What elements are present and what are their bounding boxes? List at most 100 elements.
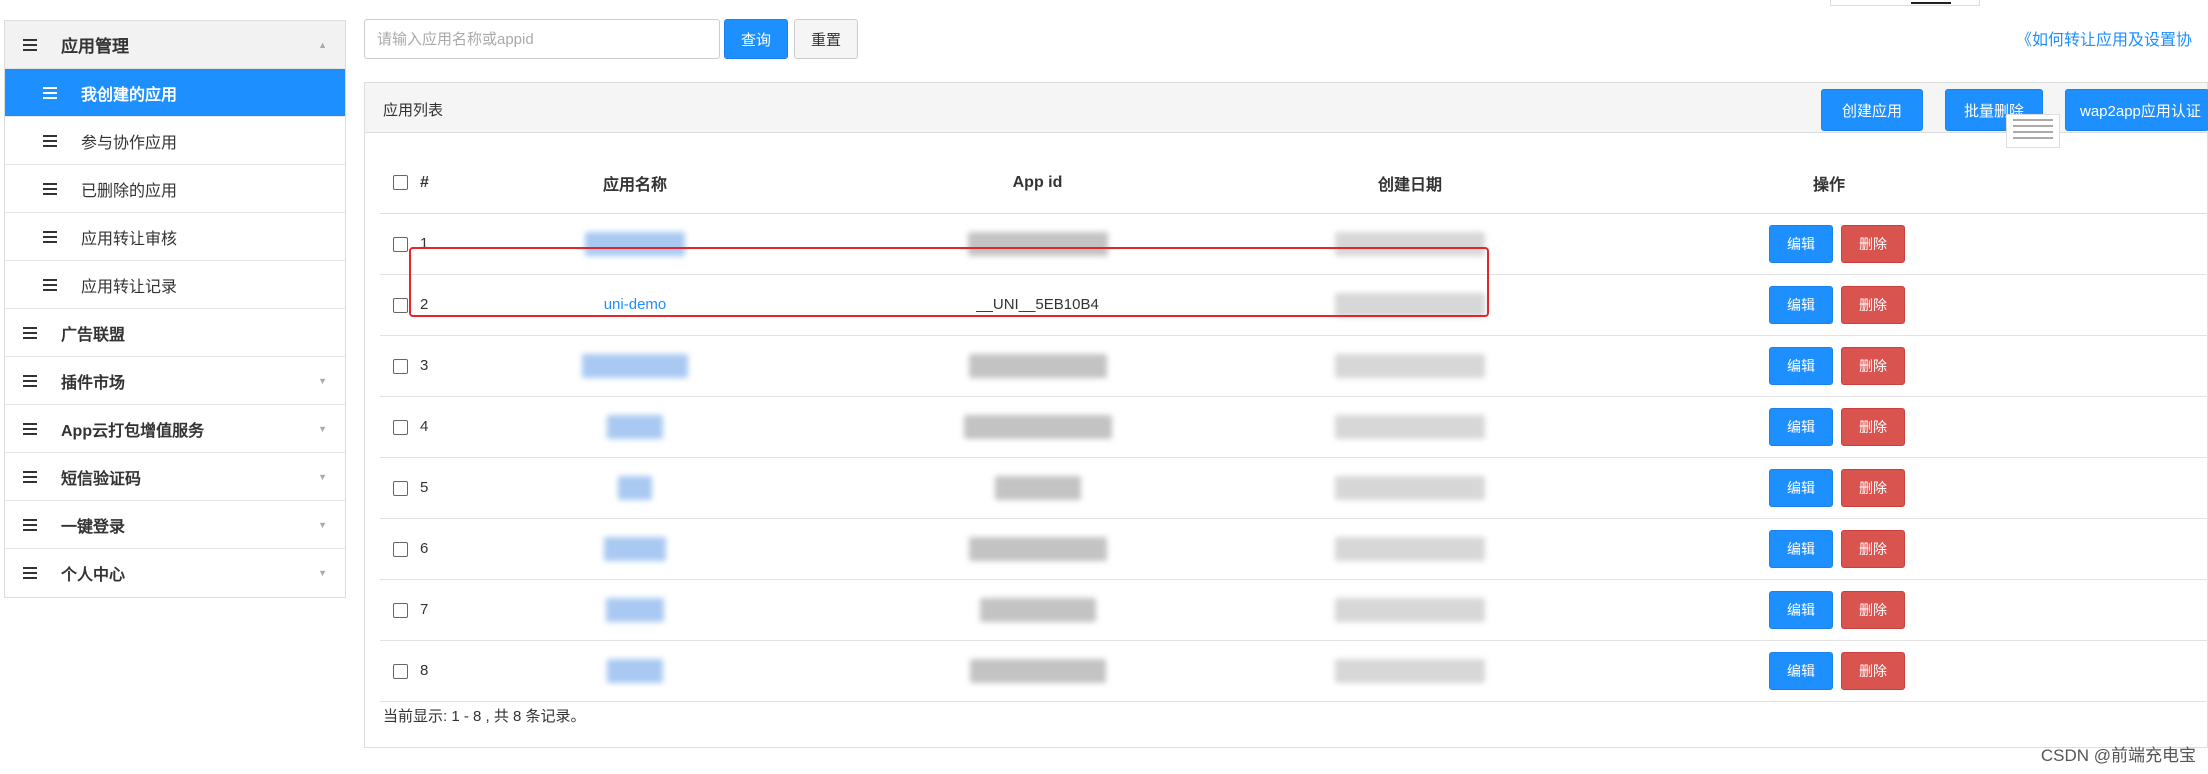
sidebar-item-1[interactable]: 插件市场 ▼ [5, 357, 345, 405]
row-select-cell [380, 335, 420, 397]
table-row: 6 编辑 删除 [380, 518, 2208, 580]
app-name-cell [460, 213, 810, 275]
app-name-link[interactable]: uni-demo [604, 296, 667, 313]
edit-button[interactable]: 编辑 [1769, 407, 1833, 446]
select-all-checkbox[interactable] [392, 175, 408, 191]
row-checkbox[interactable] [392, 541, 408, 557]
row-num: 8 [420, 640, 460, 702]
row-checkbox[interactable] [392, 358, 408, 374]
sidebar-subitem-1[interactable]: 参与协作应用 [5, 117, 345, 165]
edit-button[interactable]: 编辑 [1769, 224, 1833, 263]
menu-icon [43, 278, 57, 291]
sidebar-item-label: App云打包增值服务 [61, 422, 205, 440]
app-name-cell [460, 579, 810, 641]
create-date-cell [1265, 274, 1555, 336]
delete-button[interactable]: 删除 [1841, 285, 1905, 324]
chevron-down-icon: ▼ [318, 519, 327, 530]
app-id-redacted [969, 658, 1106, 683]
row-select-cell [380, 213, 420, 275]
sidebar-item-label: 短信验证码 [61, 470, 142, 488]
app-list-panel: 应用列表 创建应用 批量删除 wap2app应用认证 # 应用名称 App id… [364, 82, 2208, 748]
create-date-redacted [1335, 353, 1485, 378]
actions-cell: 编辑 删除 [1555, 274, 2208, 336]
transfer-help-link[interactable]: 《如何转让应用及设置协 [2016, 26, 2192, 50]
row-checkbox[interactable] [392, 419, 408, 435]
actions-cell: 编辑 删除 [1555, 640, 2208, 702]
actions-cell: 编辑 删除 [1555, 579, 2208, 641]
sidebar-subitem-label: 已删除的应用 [81, 182, 178, 200]
header-app-id: App id [810, 153, 1265, 214]
menu-icon [23, 326, 37, 339]
app-id-cell [810, 213, 1265, 275]
edit-button[interactable]: 编辑 [1769, 651, 1833, 690]
sidebar: 应用管理 ▲ 我创建的应用 参与协作应用已删除的应用 应用转让审核 应用转让记录 广告… [4, 20, 346, 598]
query-button[interactable]: 查询 [724, 19, 788, 59]
search-input[interactable] [364, 19, 720, 59]
app-name-redacted [582, 353, 688, 378]
create-date-cell [1265, 213, 1555, 275]
edit-button[interactable]: 编辑 [1769, 468, 1833, 507]
row-select-cell [380, 274, 420, 336]
actions-cell: 编辑 删除 [1555, 396, 2208, 458]
sidebar-item-0[interactable]: 广告联盟 [5, 309, 345, 357]
sidebar-item-2[interactable]: App云打包增值服务 ▼ [5, 405, 345, 453]
reset-button[interactable]: 重置 [794, 19, 858, 59]
table-row: 5 编辑 删除 [380, 457, 2208, 519]
sidebar-subitem-2[interactable]: 已删除的应用 [5, 165, 345, 213]
app-id-redacted [968, 536, 1107, 561]
delete-button[interactable]: 删除 [1841, 590, 1905, 629]
header-app-name: 应用名称 [460, 153, 810, 214]
sidebar-subitem-label: 应用转让审核 [81, 230, 178, 248]
row-checkbox[interactable] [392, 236, 408, 252]
pagination-info: 当前显示: 1 - 8 , 共 8 条记录。 [383, 708, 586, 725]
menu-icon [23, 518, 37, 531]
chevron-down-icon: ▼ [318, 375, 327, 386]
delete-button[interactable]: 删除 [1841, 529, 1905, 568]
watermark: CSDN @前端充电宝 [2040, 746, 2196, 765]
create-date-redacted [1335, 475, 1485, 500]
sidebar-item-4[interactable]: 一键登录 ▼ [5, 501, 345, 549]
sidebar-item-5[interactable]: 个人中心 ▼ [5, 549, 345, 597]
row-checkbox[interactable] [392, 663, 408, 679]
app-name-cell [460, 640, 810, 702]
delete-button[interactable]: 删除 [1841, 346, 1905, 385]
row-checkbox[interactable] [392, 297, 408, 313]
delete-button[interactable]: 删除 [1841, 651, 1905, 690]
menu-icon [43, 86, 57, 99]
row-checkbox[interactable] [392, 602, 408, 618]
sidebar-item-3[interactable]: 短信验证码 ▼ [5, 453, 345, 501]
app-id-cell [810, 518, 1265, 580]
app-name-redacted [618, 475, 652, 500]
app-table: # 应用名称 App id 创建日期 操作 1 编辑 删除 2 uni-demo __UN… [380, 153, 2208, 702]
edit-button[interactable]: 编辑 [1769, 346, 1833, 385]
sidebar-subitem-3[interactable]: 应用转让审核 [5, 213, 345, 261]
edit-button[interactable]: 编辑 [1769, 285, 1833, 324]
create-date-redacted [1335, 292, 1485, 317]
menu-icon [23, 470, 37, 483]
row-num: 5 [420, 457, 460, 519]
sidebar-subitem-0[interactable]: 我创建的应用 [5, 69, 345, 117]
app-name-cell [460, 335, 810, 397]
edit-button[interactable]: 编辑 [1769, 529, 1833, 568]
delete-button[interactable]: 删除 [1841, 468, 1905, 507]
delete-button[interactable]: 删除 [1841, 224, 1905, 263]
row-checkbox[interactable] [392, 480, 408, 496]
panel-title: 应用列表 [383, 102, 444, 119]
sidebar-item-label: 广告联盟 [61, 326, 126, 344]
sidebar-subitem-4[interactable]: 应用转让记录 [5, 261, 345, 309]
header-create-date: 创建日期 [1265, 153, 1555, 214]
menu-group-app-management[interactable]: 应用管理 ▲ [5, 21, 345, 69]
app-name-redacted [606, 597, 664, 622]
wap2app-cert-button[interactable]: wap2app应用认证 [2065, 89, 2208, 131]
edit-button[interactable]: 编辑 [1769, 590, 1833, 629]
sidebar-subitem-label: 应用转让记录 [81, 278, 178, 296]
table-row: 7 编辑 删除 [380, 579, 2208, 641]
app-name-redacted [604, 536, 666, 561]
menu-icon [43, 230, 57, 243]
delete-button[interactable]: 删除 [1841, 407, 1905, 446]
app-name-cell [460, 457, 810, 519]
create-app-button[interactable]: 创建应用 [1821, 89, 1923, 131]
app-id-cell [810, 579, 1265, 641]
app-id-cell [810, 335, 1265, 397]
table-row: 4 编辑 删除 [380, 396, 2208, 458]
